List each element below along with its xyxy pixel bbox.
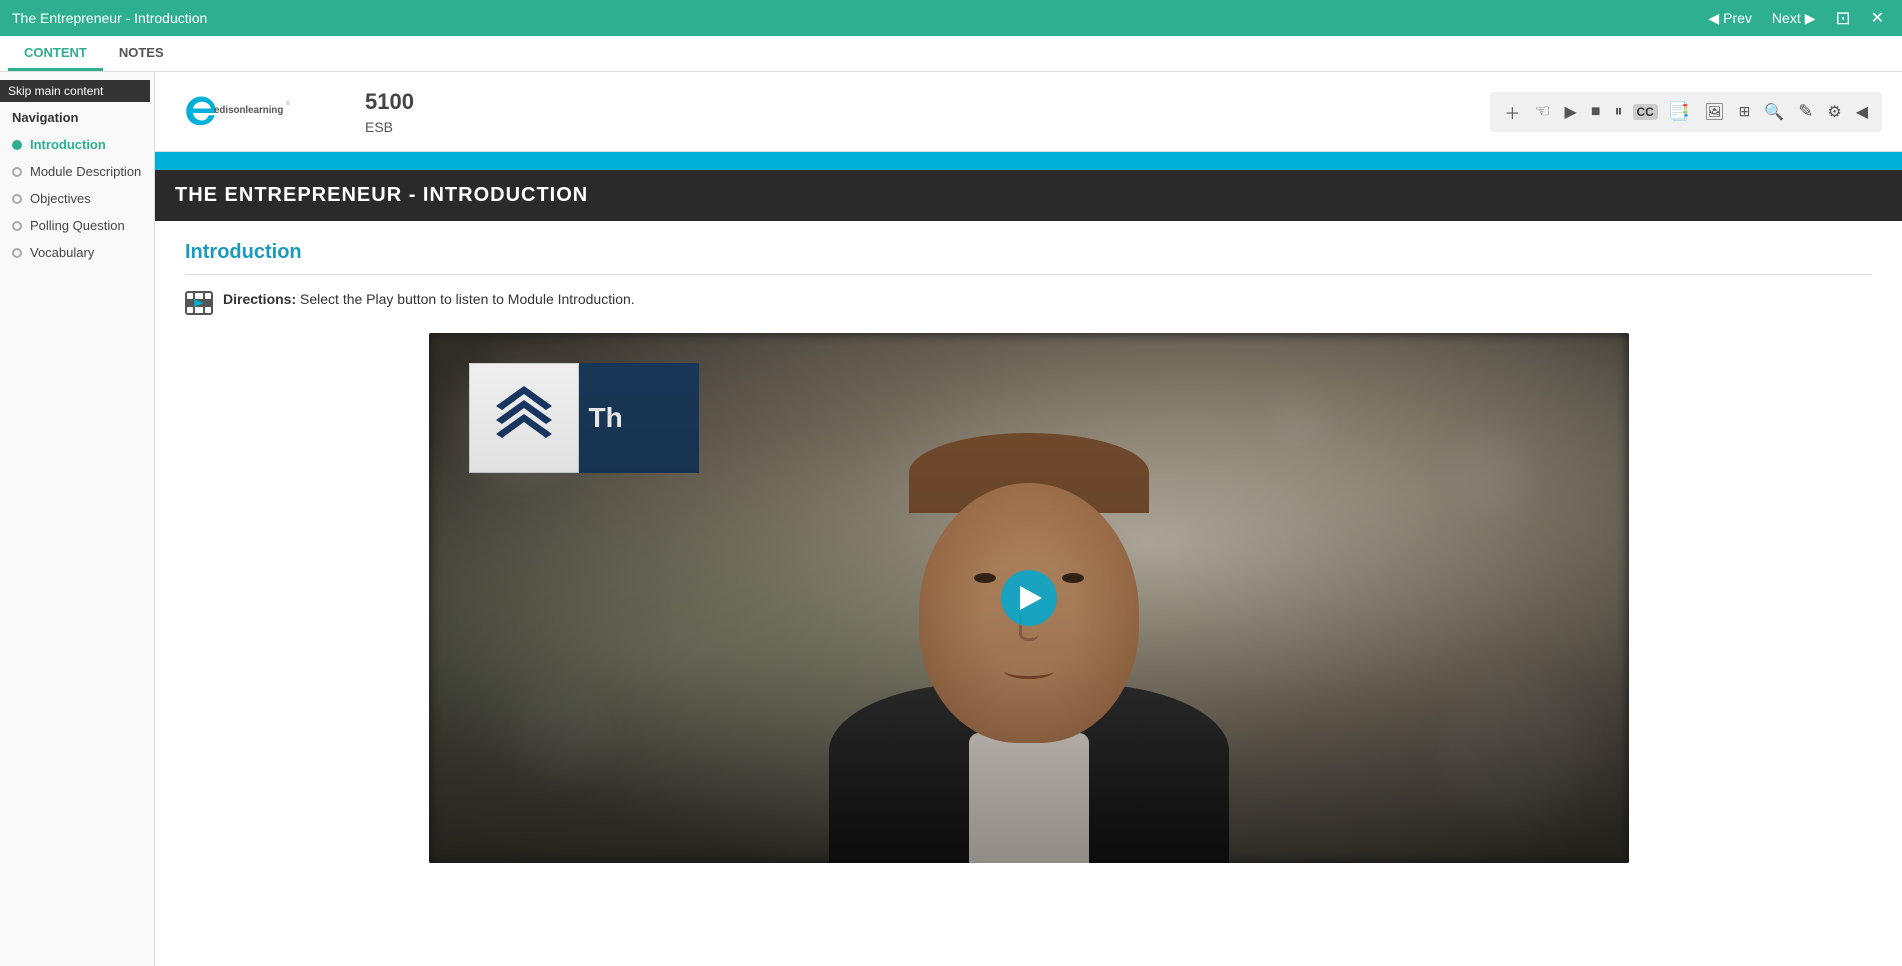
svg-text:edisonlearning: edisonlearning xyxy=(214,105,283,116)
intro-card-logo xyxy=(469,363,579,473)
toolbar-hand-btn[interactable]: ☜ xyxy=(1530,99,1554,124)
nav-dot-module-description xyxy=(12,167,22,177)
eye-right xyxy=(1062,573,1084,583)
directions-content: Select the Play button to listen to Modu… xyxy=(300,291,635,307)
titlebar: The Entrepreneur - Introduction ◀ Prev N… xyxy=(0,0,1902,36)
content-area: edisonlearning ® 5100 ESB ＋ ☜ ▶ ■ ⏸ CC xyxy=(155,72,1902,966)
nav-dot-vocabulary xyxy=(12,248,22,258)
directions-row: Directions: Select the Play button to li… xyxy=(185,291,1872,315)
toolbar-layout-btn[interactable]: ⊞ xyxy=(1735,101,1755,122)
nav-dot-objectives xyxy=(12,194,22,204)
course-sub: ESB xyxy=(365,119,414,135)
video-player[interactable]: Th xyxy=(429,333,1629,863)
toolbar-edit-btn[interactable]: ✎ xyxy=(1794,99,1817,124)
tab-notes[interactable]: NOTES xyxy=(103,37,180,71)
section-title: Introduction xyxy=(185,241,1872,264)
sidebar-item-objectives[interactable]: Objectives xyxy=(0,185,154,212)
prev-button[interactable]: ◀ Prev xyxy=(1702,8,1758,29)
restore-button[interactable]: ⊡ xyxy=(1830,6,1857,31)
toolbar-pause-btn[interactable]: ⏸ xyxy=(1611,101,1627,123)
intro-card: Th xyxy=(469,363,699,473)
nav-buttons: ◀ Prev Next ▶ ⊡ ✕ xyxy=(1702,6,1890,31)
tab-content[interactable]: CONTENT xyxy=(8,37,103,71)
toolbar: ＋ ☜ ▶ ■ ⏸ CC 📑 🖼 ⊞ 🔍 ✎ ⚙ ◀ xyxy=(1490,92,1882,132)
blue-accent-bar xyxy=(155,152,1902,170)
skip-link[interactable]: Skip main content xyxy=(0,80,150,102)
window-title: The Entrepreneur - Introduction xyxy=(12,10,207,26)
nav-dot-introduction xyxy=(12,140,22,150)
page-title-text: THE ENTREPRENEUR - INTRODUCTION xyxy=(175,184,588,206)
sidebar-item-polling-question[interactable]: Polling Question xyxy=(0,212,154,239)
toolbar-stop-btn[interactable]: ■ xyxy=(1587,101,1605,123)
nav-dot-polling-question xyxy=(12,221,22,231)
course-number: 5100 xyxy=(365,89,414,115)
sidebar-item-vocabulary[interactable]: Vocabulary xyxy=(0,239,154,266)
mouth xyxy=(1004,663,1054,679)
page-title-bar: THE ENTREPRENEUR - INTRODUCTION xyxy=(155,170,1902,221)
bokeh-2 xyxy=(1449,433,1529,513)
directions-label: Directions: xyxy=(223,291,296,307)
sidebar-item-introduction[interactable]: Introduction xyxy=(0,131,154,158)
main-layout: Skip main content Navigation Introductio… xyxy=(0,72,1902,966)
toolbar-image-btn[interactable]: 🖼 xyxy=(1700,100,1728,124)
bokeh-5 xyxy=(1439,673,1589,823)
sidebar: Skip main content Navigation Introductio… xyxy=(0,72,155,966)
content-body: Introduction xyxy=(155,221,1902,966)
toolbar-add-btn[interactable]: ＋ xyxy=(1500,98,1524,126)
edisonlearning-logo: edisonlearning ® xyxy=(175,89,295,134)
player-header: edisonlearning ® 5100 ESB ＋ ☜ ▶ ■ ⏸ CC xyxy=(155,72,1902,152)
eye-left xyxy=(974,573,996,583)
intro-card-text: Th xyxy=(579,363,699,473)
toolbar-cc-btn[interactable]: CC xyxy=(1633,104,1658,120)
toolbar-play-btn[interactable]: ▶ xyxy=(1561,100,1581,124)
toolbar-collapse-btn[interactable]: ◀ xyxy=(1852,100,1872,124)
toolbar-bookmark-btn[interactable]: 📑 xyxy=(1664,99,1694,124)
toolbar-zoom-btn[interactable]: 🔍 xyxy=(1760,100,1788,124)
section-divider xyxy=(185,274,1872,275)
shirt xyxy=(969,733,1089,863)
tabs-bar: CONTENT NOTES xyxy=(0,36,1902,72)
close-button[interactable]: ✕ xyxy=(1865,6,1890,30)
intro-logo-svg xyxy=(484,378,564,458)
sidebar-heading: Navigation xyxy=(0,102,154,131)
logo-area: edisonlearning ® xyxy=(175,89,295,134)
sidebar-item-module-description[interactable]: Module Description xyxy=(0,158,154,185)
film-icon xyxy=(185,291,213,315)
bokeh-4 xyxy=(509,683,609,783)
next-button[interactable]: Next ▶ xyxy=(1766,8,1822,29)
video-play-button[interactable] xyxy=(1001,570,1057,626)
directions-text: Directions: Select the Play button to li… xyxy=(223,291,635,307)
course-info: 5100 ESB xyxy=(365,89,414,135)
svg-text:®: ® xyxy=(286,101,291,108)
toolbar-settings-btn[interactable]: ⚙ xyxy=(1823,100,1845,124)
